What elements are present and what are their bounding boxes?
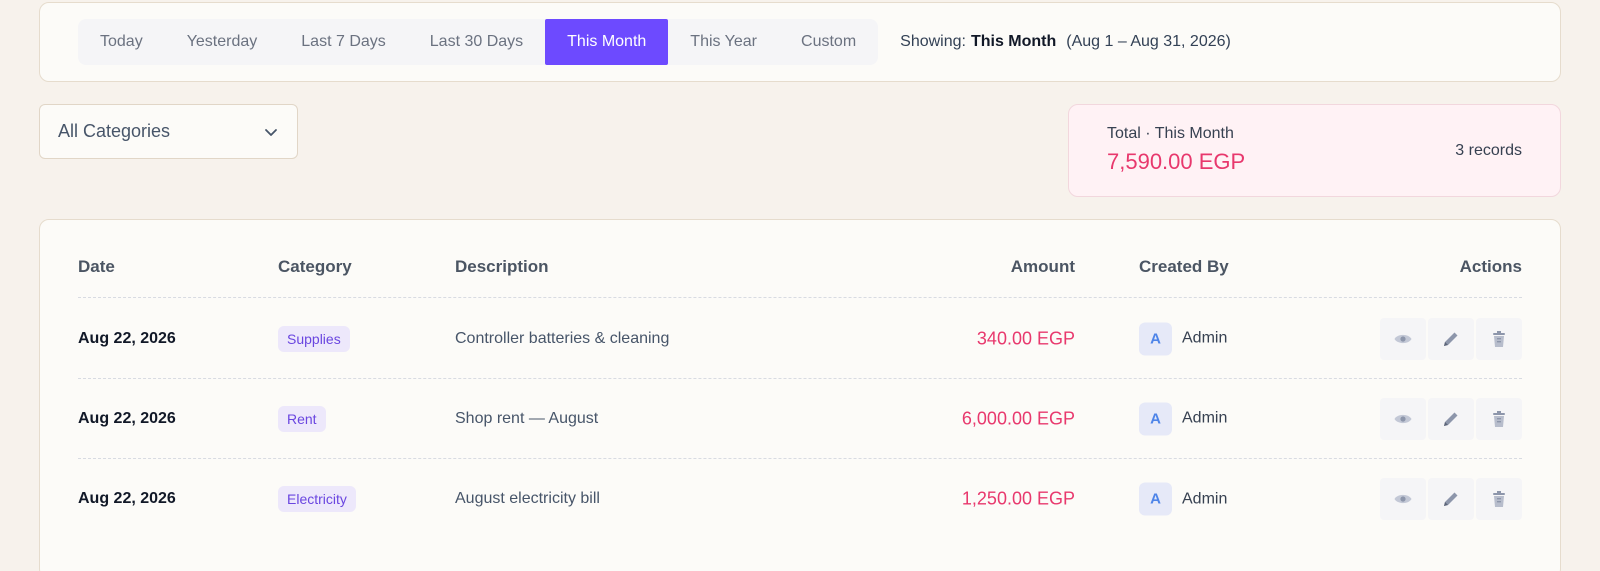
header-description: Description	[455, 257, 549, 276]
table-row: Aug 22, 2026 Electricity August electric…	[78, 459, 1522, 539]
edit-button[interactable]	[1428, 317, 1474, 360]
creator-name: Admin	[1182, 490, 1228, 507]
header-amount: Amount	[1010, 257, 1075, 276]
tab-custom[interactable]: Custom	[779, 19, 878, 65]
row-amount: 6,000.00 EGP	[961, 408, 1075, 428]
pencil-icon	[1444, 492, 1458, 506]
tab-yesterday[interactable]: Yesterday	[165, 19, 280, 65]
delete-button[interactable]	[1476, 317, 1522, 360]
showing-range: (Aug 1 – Aug 31, 2026)	[1066, 33, 1231, 50]
date-filter-bar: Today Yesterday Last 7 Days Last 30 Days…	[39, 2, 1561, 82]
expenses-table: Date Category Description Amount Created…	[39, 219, 1561, 571]
category-badge: Rent	[278, 405, 326, 432]
creator-name: Admin	[1182, 329, 1228, 347]
edit-button[interactable]	[1428, 478, 1474, 520]
header-created-by: Created By	[1139, 257, 1229, 276]
delete-button[interactable]	[1476, 478, 1522, 520]
header-date: Date	[78, 257, 115, 276]
eye-icon	[1394, 494, 1412, 504]
category-badge: Electricity	[278, 486, 356, 512]
row-description: Shop rent — August	[455, 409, 599, 427]
category-dropdown-value: All Categories	[58, 121, 171, 141]
avatar: A	[1139, 402, 1172, 435]
row-amount: 340.00 EGP	[976, 328, 1075, 348]
row-date: Aug 22, 2026	[78, 490, 176, 507]
row-date: Aug 22, 2026	[78, 329, 176, 347]
showing-label: Showing:	[900, 33, 966, 50]
delete-button[interactable]	[1476, 397, 1522, 440]
view-button[interactable]	[1380, 478, 1426, 520]
chevron-down-icon	[265, 128, 277, 136]
total-label: Total · This Month	[1107, 125, 1234, 142]
pencil-icon	[1444, 412, 1458, 426]
trash-icon	[1493, 491, 1505, 507]
showing-value: This Month	[970, 33, 1057, 50]
creator-name: Admin	[1182, 409, 1228, 427]
view-button[interactable]	[1380, 397, 1426, 440]
table-header: Date Category Description Amount Created…	[78, 220, 1522, 298]
row-actions	[1380, 317, 1522, 360]
tab-today[interactable]: Today	[78, 19, 165, 65]
trash-icon	[1493, 410, 1505, 427]
eye-icon	[1394, 414, 1412, 423]
table-row: Aug 22, 2026 Rent Shop rent — August 6,0…	[78, 379, 1522, 459]
edit-button[interactable]	[1428, 397, 1474, 440]
avatar: A	[1139, 482, 1172, 516]
row-amount: 1,250.00 EGP	[961, 488, 1075, 509]
category-badge: Supplies	[278, 325, 350, 352]
trash-icon	[1493, 330, 1505, 347]
pencil-icon	[1444, 332, 1458, 346]
tab-last-7-days[interactable]: Last 7 Days	[279, 19, 407, 65]
table-row: Aug 22, 2026 Supplies Controller batteri…	[78, 299, 1522, 379]
row-date: Aug 22, 2026	[78, 409, 176, 427]
header-category: Category	[278, 257, 352, 276]
tab-this-month[interactable]: This Month	[545, 19, 669, 65]
header-actions: Actions	[1459, 257, 1522, 276]
row-description: August electricity bill	[455, 490, 600, 507]
row-created-by: A Admin	[1139, 402, 1227, 435]
row-created-by: A Admin	[1139, 322, 1227, 355]
eye-icon	[1394, 334, 1412, 343]
records-count: 3 records	[1455, 142, 1522, 159]
row-created-by: A Admin	[1139, 482, 1228, 516]
row-actions	[1380, 478, 1522, 520]
tab-last-30-days[interactable]: Last 30 Days	[408, 19, 545, 65]
view-button[interactable]	[1380, 317, 1426, 360]
total-summary-card: Total · This Month 7,590.00 EGP 3 record…	[1068, 104, 1561, 197]
row-actions	[1380, 397, 1522, 440]
avatar: A	[1139, 322, 1172, 355]
date-range-tabs: Today Yesterday Last 7 Days Last 30 Days…	[78, 19, 879, 65]
tab-this-year[interactable]: This Year	[668, 19, 779, 65]
showing-summary: Showing: This Month (Aug 1 – Aug 31, 202…	[900, 33, 1231, 51]
category-dropdown[interactable]: All Categories	[39, 104, 298, 159]
row-description: Controller batteries & cleaning	[455, 329, 670, 347]
